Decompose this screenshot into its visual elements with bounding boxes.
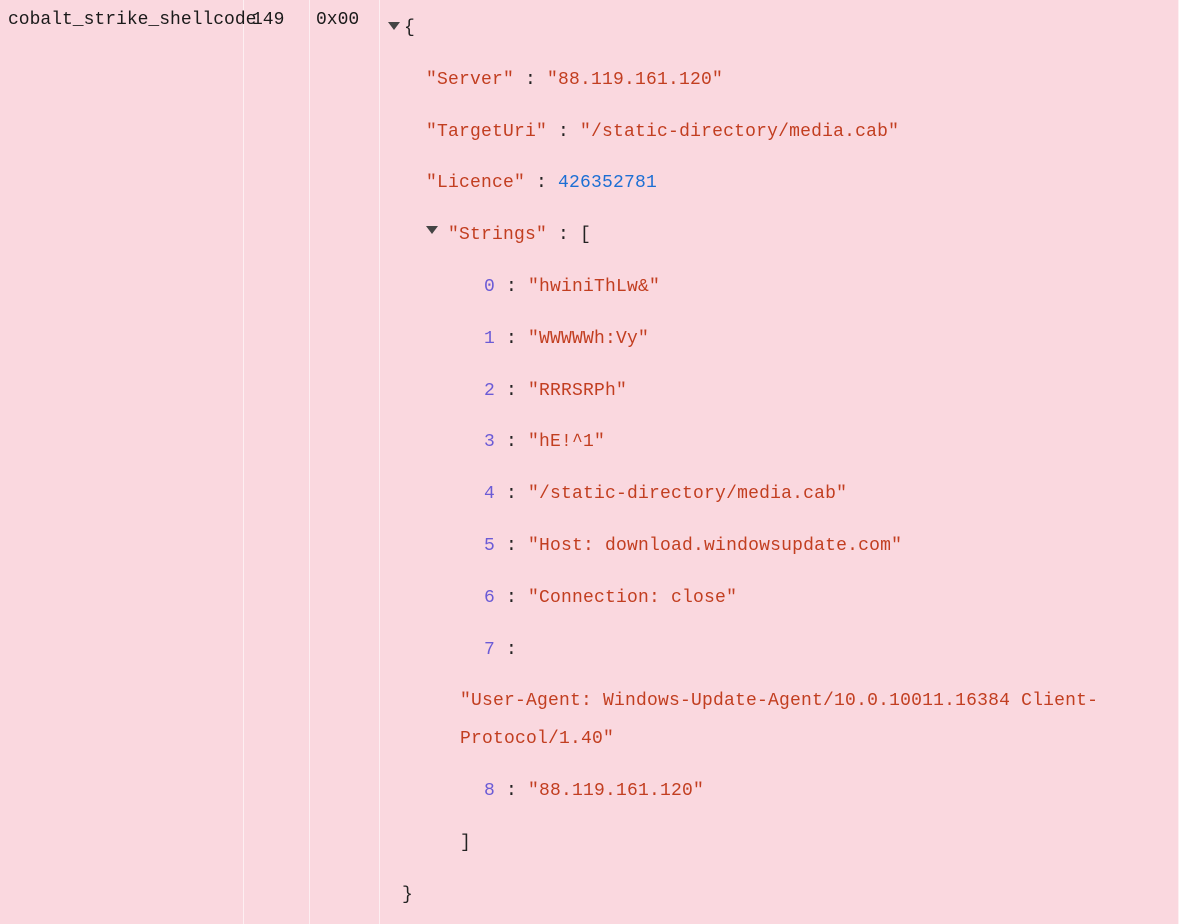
colon: : [495, 536, 528, 556]
array-item-4: 4 : "/static-directory/media.cab" [388, 476, 1170, 514]
rule-name: cobalt_strike_shellcode [8, 10, 256, 30]
array-item-6: 6 : "Connection: close" [388, 580, 1170, 618]
array-item-5: 5 : "Host: download.windowsupdate.com" [388, 528, 1170, 566]
strings-key: "Strings" [448, 225, 547, 245]
array-item-2: 2 : "RRRSRPh" [388, 373, 1170, 411]
array-value: "hE!^1" [528, 432, 605, 452]
array-item-7: 7 : "User-Agent: Windows-Update-Agent/10… [388, 632, 1170, 759]
colon: : [547, 122, 580, 142]
targeturi-value: "/static-directory/media.cab" [580, 122, 899, 142]
array-value: "88.119.161.120" [528, 781, 704, 801]
colon: : [525, 173, 558, 193]
chevron-down-icon[interactable] [426, 226, 438, 234]
colon: : [495, 329, 528, 349]
licence-key: "Licence" [426, 173, 525, 193]
array-value: "Connection: close" [528, 588, 737, 608]
open-bracket: [ [580, 225, 591, 245]
json-cell: { "Server" : "88.119.161.120" "TargetUri… [380, 0, 1179, 924]
chevron-down-icon[interactable] [388, 22, 400, 30]
array-item-8: 8 : "88.119.161.120" [388, 773, 1170, 811]
data-row: cobalt_strike_shellcode 149 0x00 { "Serv… [0, 0, 1179, 924]
licence-value: 426352781 [558, 173, 657, 193]
count-cell: 149 [244, 0, 310, 924]
colon: : [495, 588, 528, 608]
array-value: "RRRSRPh" [528, 381, 627, 401]
close-brace-line: } [388, 877, 1170, 915]
array-index: 5 [484, 536, 495, 556]
open-brace: { [404, 18, 415, 38]
array-index: 1 [484, 329, 495, 349]
array-index: 3 [484, 432, 495, 452]
strings-line: "Strings" : [ [388, 217, 1170, 255]
array-value: "User-Agent: Windows-Update-Agent/10.0.1… [460, 683, 1110, 759]
array-value: "Host: download.windowsupdate.com" [528, 536, 902, 556]
array-index: 8 [484, 781, 495, 801]
flag-cell: 0x00 [310, 0, 380, 924]
colon: : [495, 381, 528, 401]
rule-name-cell: cobalt_strike_shellcode [0, 0, 244, 924]
count-value: 149 [252, 10, 284, 30]
server-line: "Server" : "88.119.161.120" [388, 62, 1170, 100]
colon: : [514, 70, 547, 90]
server-key: "Server" [426, 70, 514, 90]
close-bracket-line: ] [388, 825, 1170, 863]
targeturi-line: "TargetUri" : "/static-directory/media.c… [388, 114, 1170, 152]
array-index: 4 [484, 484, 495, 504]
array-index: 0 [484, 277, 495, 297]
close-brace: } [402, 885, 413, 905]
colon: : [495, 432, 528, 452]
array-item-1: 1 : "WWWWWh:Vy" [388, 321, 1170, 359]
colon: : [495, 484, 528, 504]
targeturi-key: "TargetUri" [426, 122, 547, 142]
array-index: 2 [484, 381, 495, 401]
array-value: "/static-directory/media.cab" [528, 484, 847, 504]
colon: : [495, 640, 517, 660]
colon: : [495, 277, 528, 297]
open-brace-line: { [388, 18, 415, 38]
array-value: "hwiniThLw&" [528, 277, 660, 297]
colon: : [547, 225, 580, 245]
array-item-0: 0 : "hwiniThLw&" [388, 269, 1170, 307]
array-item-3: 3 : "hE!^1" [388, 424, 1170, 462]
array-value: "WWWWWh:Vy" [528, 329, 649, 349]
licence-line: "Licence" : 426352781 [388, 165, 1170, 203]
flag-value: 0x00 [316, 10, 359, 30]
colon: : [495, 781, 528, 801]
server-value: "88.119.161.120" [547, 70, 723, 90]
array-index: 6 [484, 588, 495, 608]
array-index: 7 [484, 640, 495, 660]
